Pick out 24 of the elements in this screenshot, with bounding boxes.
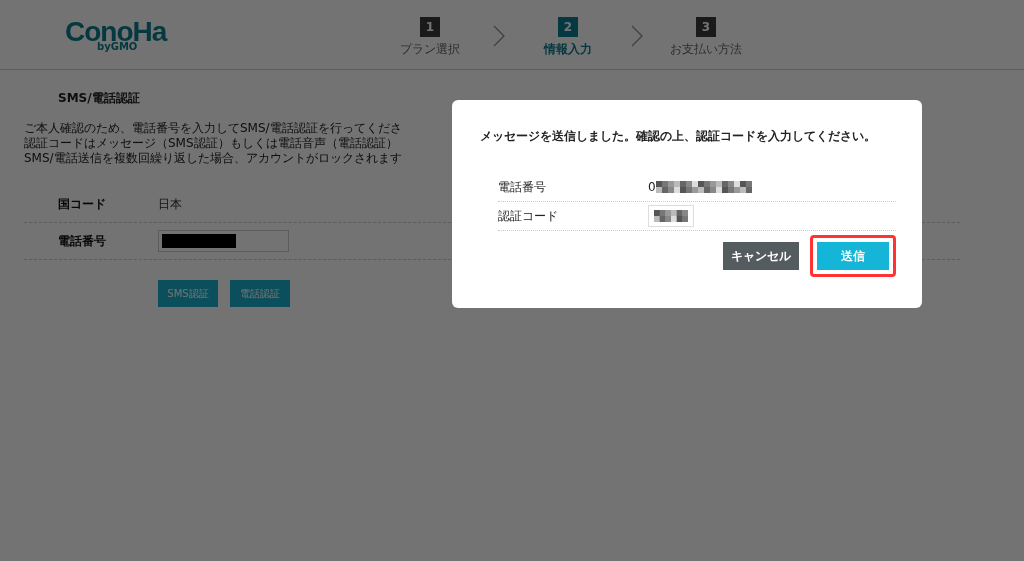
field-label: 認証コード bbox=[498, 207, 559, 225]
field-label: 国コード bbox=[58, 195, 107, 213]
field-value: 0 bbox=[648, 180, 656, 194]
step-label: お支払い方法 bbox=[670, 41, 742, 58]
dialog-message: メッセージを送信しました。確認の上、認証コードを入力してください。 bbox=[480, 128, 876, 145]
auth-button[interactable]: 電話認証 bbox=[230, 280, 290, 307]
send-button[interactable]: 送信 bbox=[817, 242, 889, 270]
step-label: 情報入力 bbox=[544, 41, 592, 58]
description-text: ご本人確認のため、電話番号を入力してSMS/電話認証を行ってくださ bbox=[24, 121, 402, 136]
description-text: 認証コードはメッセージ（SMS認証）もしくは電話音声（電話認証） bbox=[24, 136, 398, 151]
field-label: 電話番号 bbox=[498, 178, 547, 196]
code-input[interactable] bbox=[648, 205, 694, 227]
section-title: SMS/電話認証 bbox=[57, 90, 141, 107]
step-number: 2 bbox=[558, 17, 578, 37]
cancel-button[interactable]: キャンセル bbox=[723, 242, 799, 270]
step-number: 3 bbox=[696, 17, 716, 37]
redaction-mosaic bbox=[654, 210, 688, 222]
field-label: 電話番号 bbox=[58, 232, 107, 250]
phone-input[interactable] bbox=[158, 230, 289, 252]
description-text: SMS/電話送信を複数回繰り返した場合、アカウントがロックされます bbox=[24, 151, 402, 166]
step-label: プラン選択 bbox=[400, 41, 460, 58]
step-number: 1 bbox=[420, 17, 440, 37]
auth-button[interactable]: SMS認証 bbox=[158, 280, 218, 307]
field-value: 日本 bbox=[158, 195, 182, 213]
